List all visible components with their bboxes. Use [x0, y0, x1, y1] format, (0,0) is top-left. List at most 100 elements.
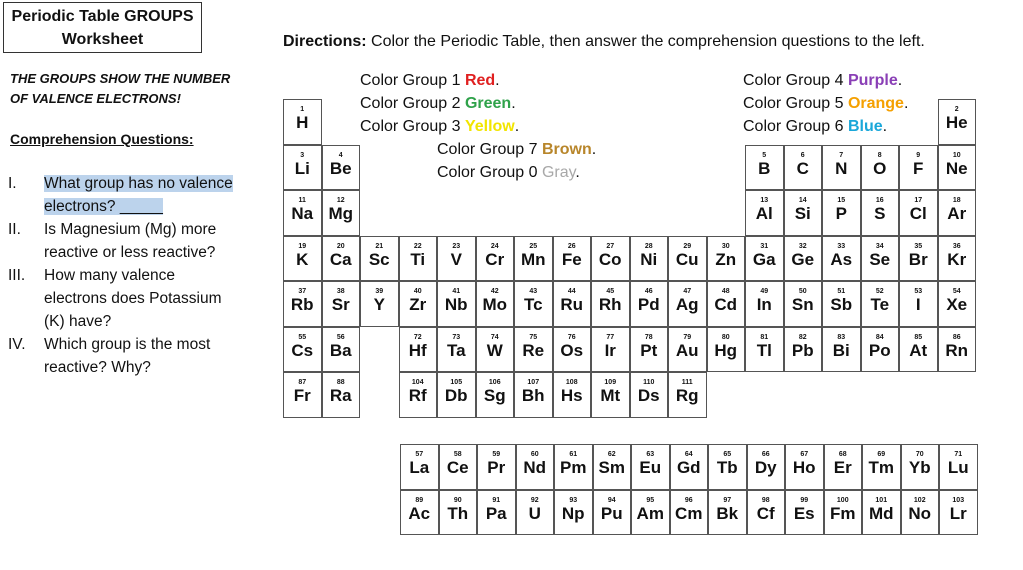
element-dy[interactable]: 66 Dy — [746, 444, 785, 490]
element-ga[interactable]: 31 Ga — [745, 235, 784, 281]
element-mn[interactable]: 25 Mn — [514, 235, 553, 281]
element-md[interactable]: 101 Md — [862, 489, 901, 535]
element-cl[interactable]: 17 Cl — [899, 190, 938, 236]
element-zn[interactable]: 30 Zn — [706, 235, 745, 281]
element-eu[interactable]: 63 Eu — [631, 444, 670, 490]
element-rn[interactable]: 86 Rn — [937, 326, 976, 372]
element-ca[interactable]: 20 Ca — [321, 235, 360, 281]
element-pa[interactable]: 91 Pa — [477, 489, 516, 535]
element-ta[interactable]: 73 Ta — [437, 326, 476, 372]
element-w[interactable]: 74 W — [475, 326, 514, 372]
element-li[interactable]: 3 Li — [283, 144, 322, 190]
element-pu[interactable]: 94 Pu — [592, 489, 631, 535]
element-tl[interactable]: 81 Tl — [745, 326, 784, 372]
element-at[interactable]: 85 At — [899, 326, 938, 372]
element-ge[interactable]: 32 Ge — [783, 235, 822, 281]
element-tb[interactable]: 65 Tb — [708, 444, 747, 490]
element-pt[interactable]: 78 Pt — [629, 326, 668, 372]
element-cs[interactable]: 55 Cs — [283, 326, 322, 372]
element-ba[interactable]: 56 Ba — [321, 326, 360, 372]
element-os[interactable]: 76 Os — [552, 326, 591, 372]
element-rg[interactable]: 111 Rg — [668, 372, 707, 418]
element-br[interactable]: 35 Br — [899, 235, 938, 281]
element-ra[interactable]: 88 Ra — [321, 372, 360, 418]
element-cr[interactable]: 24 Cr — [475, 235, 514, 281]
element-xe[interactable]: 54 Xe — [937, 281, 976, 327]
element-hs[interactable]: 108 Hs — [552, 372, 591, 418]
element-y[interactable]: 39 Y — [360, 281, 399, 327]
element-s[interactable]: 16 S — [860, 190, 899, 236]
element-ac[interactable]: 89 Ac — [400, 489, 439, 535]
element-fr[interactable]: 87 Fr — [283, 372, 322, 418]
element-o[interactable]: 8O — [860, 144, 899, 190]
element-si[interactable]: 14 Si — [783, 190, 822, 236]
element-am[interactable]: 95 Am — [631, 489, 670, 535]
element-sg[interactable]: 106 Sg — [475, 372, 514, 418]
element-hf[interactable]: 72 Hf — [398, 326, 437, 372]
element-th[interactable]: 90 Th — [438, 489, 477, 535]
element-ir[interactable]: 77 Ir — [591, 326, 630, 372]
element-sr[interactable]: 38 Sr — [321, 281, 360, 327]
element-yb[interactable]: 70 Yb — [900, 444, 939, 490]
element-ne[interactable]: 10 Ne — [937, 144, 976, 190]
element-f[interactable]: 9F — [899, 144, 938, 190]
element-po[interactable]: 84 Po — [860, 326, 899, 372]
element-rb[interactable]: 37 Rb — [283, 281, 322, 327]
element-ds[interactable]: 110 Ds — [629, 372, 668, 418]
element-rh[interactable]: 45 Rh — [591, 281, 630, 327]
element-np[interactable]: 93 Np — [554, 489, 593, 535]
element-nb[interactable]: 41 Nb — [437, 281, 476, 327]
element-ru[interactable]: 44 Ru — [552, 281, 591, 327]
element-te[interactable]: 52 Te — [860, 281, 899, 327]
element-sm[interactable]: 62 Sm — [592, 444, 631, 490]
element-tm[interactable]: 69 Tm — [862, 444, 901, 490]
element-au[interactable]: 79 Au — [668, 326, 707, 372]
element-gd[interactable]: 64 Gd — [669, 444, 708, 490]
element-se[interactable]: 34 Se — [860, 235, 899, 281]
element-ti[interactable]: 22 Ti — [398, 235, 437, 281]
element-db[interactable]: 105 Db — [437, 372, 476, 418]
element-u[interactable]: 92 U — [515, 489, 554, 535]
element-ag[interactable]: 47 Ag — [668, 281, 707, 327]
element-c[interactable]: 6C — [783, 144, 822, 190]
element-kr[interactable]: 36 Kr — [937, 235, 976, 281]
element-fm[interactable]: 100 Fm — [823, 489, 862, 535]
element-pr[interactable]: 59 Pr — [477, 444, 516, 490]
element-v[interactable]: 23 V — [437, 235, 476, 281]
element-mg[interactable]: 12 Mg — [321, 190, 360, 236]
element-sc[interactable]: 21 Sc — [360, 235, 399, 281]
element-zr[interactable]: 40 Zr — [398, 281, 437, 327]
element-rf[interactable]: 104 Rf — [398, 372, 437, 418]
element-es[interactable]: 99 Es — [785, 489, 824, 535]
element-be[interactable]: 4 Be — [321, 144, 360, 190]
element-re[interactable]: 75 Re — [514, 326, 553, 372]
element-er[interactable]: 68 Er — [823, 444, 862, 490]
element-fe[interactable]: 26 Fe — [552, 235, 591, 281]
element-lr[interactable]: 103 Lr — [939, 489, 978, 535]
element-n[interactable]: 7N — [822, 144, 861, 190]
element-ce[interactable]: 58 Ce — [438, 444, 477, 490]
element-h[interactable]: 1H — [283, 99, 322, 145]
element-la[interactable]: 57 La — [400, 444, 439, 490]
element-i[interactable]: 53 I — [899, 281, 938, 327]
element-na[interactable]: 11 Na — [283, 190, 322, 236]
element-sn[interactable]: 50 Sn — [783, 281, 822, 327]
element-bi[interactable]: 83 Bi — [822, 326, 861, 372]
element-cu[interactable]: 29 Cu — [668, 235, 707, 281]
element-mt[interactable]: 109 Mt — [591, 372, 630, 418]
element-cd[interactable]: 48 Cd — [706, 281, 745, 327]
element-hg[interactable]: 80 Hg — [706, 326, 745, 372]
question-text-cont[interactable]: electrons? _____ — [44, 198, 163, 215]
question-text[interactable]: What group has no valence — [44, 175, 233, 192]
element-cf[interactable]: 98 Cf — [746, 489, 785, 535]
element-tc[interactable]: 43 Tc — [514, 281, 553, 327]
element-no[interactable]: 102 No — [900, 489, 939, 535]
element-ni[interactable]: 28 Ni — [629, 235, 668, 281]
element-co[interactable]: 27 Co — [591, 235, 630, 281]
element-pm[interactable]: 61 Pm — [554, 444, 593, 490]
element-p[interactable]: 15 P — [822, 190, 861, 236]
element-he[interactable]: 2 He — [937, 99, 976, 145]
element-as[interactable]: 33 As — [822, 235, 861, 281]
element-nd[interactable]: 60 Nd — [515, 444, 554, 490]
element-k[interactable]: 19 K — [283, 235, 322, 281]
